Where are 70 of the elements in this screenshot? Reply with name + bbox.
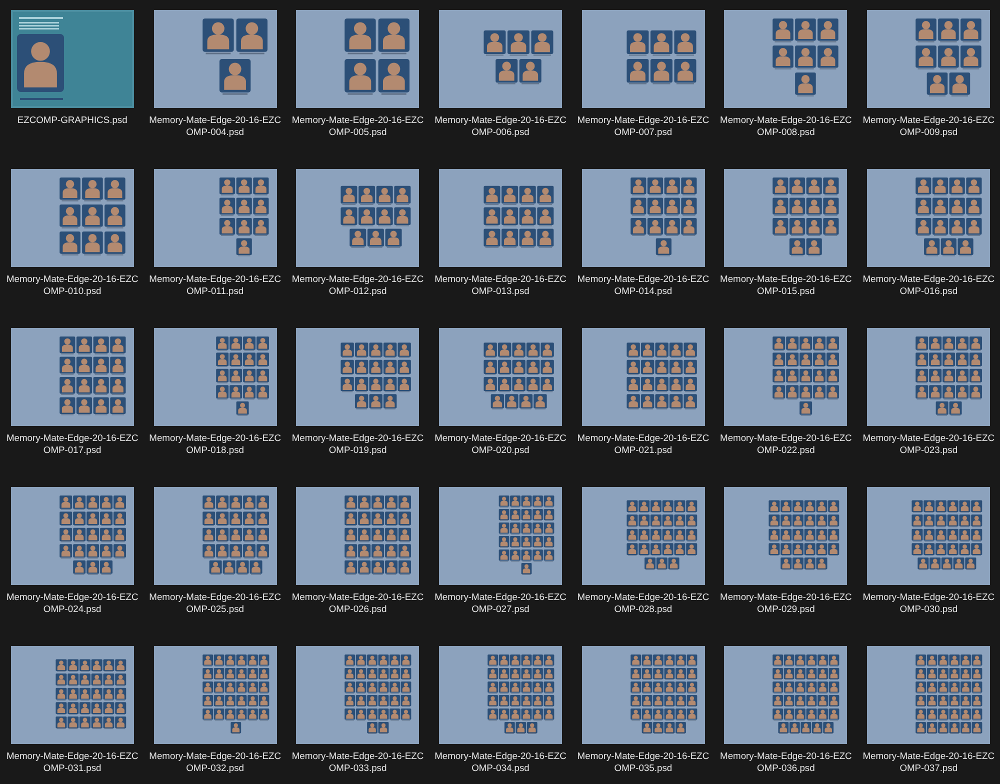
file-thumbnail[interactable] xyxy=(10,487,134,585)
file-thumbnail[interactable] xyxy=(10,646,134,744)
file-thumbnail[interactable] xyxy=(867,487,990,585)
file-name[interactable]: Memory-Mate-Edge-20-16-EZC OMP-006.psd xyxy=(434,114,566,138)
file-name[interactable]: Memory-Mate-Edge-20-16-EZC OMP-035.psd xyxy=(577,750,710,774)
file-name[interactable]: Memory-Mate-Edge-20-16-EZC OMP-015.psd xyxy=(720,273,852,297)
file-thumbnail[interactable] xyxy=(438,10,562,108)
file-name[interactable]: Memory-Mate-Edge-20-16-EZC OMP-026.psd xyxy=(292,591,424,615)
file-thumbnail[interactable] xyxy=(724,328,848,426)
file-thumbnail[interactable] xyxy=(582,646,705,744)
file-thumbnail[interactable] xyxy=(582,10,705,108)
file-thumbnail[interactable] xyxy=(582,487,705,585)
file-thumbnail[interactable] xyxy=(296,487,420,585)
file-thumbnail[interactable] xyxy=(154,487,277,585)
file-name[interactable]: Memory-Mate-Edge-20-16-EZC OMP-036.psd xyxy=(720,750,852,774)
file-name[interactable]: Memory-Mate-Edge-20-16-EZC OMP-008.psd xyxy=(720,114,852,138)
file-name[interactable]: Memory-Mate-Edge-20-16-EZC OMP-023.psd xyxy=(862,432,995,456)
file-thumbnail[interactable] xyxy=(724,487,848,585)
file-name[interactable]: Memory-Mate-Edge-20-16-EZC OMP-007.psd xyxy=(577,114,710,138)
file-name[interactable]: Memory-Mate-Edge-20-16-EZC OMP-033.psd xyxy=(292,750,424,774)
file-name[interactable]: Memory-Mate-Edge-20-16-EZC OMP-037.psd xyxy=(862,750,995,774)
file-name[interactable]: Memory-Mate-Edge-20-16-EZC OMP-027.psd xyxy=(434,591,566,615)
file-thumbnail[interactable] xyxy=(296,169,420,267)
file-name[interactable]: Memory-Mate-Edge-20-16-EZC OMP-020.psd xyxy=(434,432,566,456)
file-thumbnail[interactable] xyxy=(296,646,420,744)
file-name[interactable]: Memory-Mate-Edge-20-16-EZC OMP-019.psd xyxy=(292,432,424,456)
file-name[interactable]: Memory-Mate-Edge-20-16-EZC OMP-012.psd xyxy=(292,273,424,297)
file-name[interactable]: Memory-Mate-Edge-20-16-EZC OMP-018.psd xyxy=(149,432,281,456)
file-name[interactable]: Memory-Mate-Edge-20-16-EZC OMP-031.psd xyxy=(6,750,138,774)
file-thumbnail[interactable] xyxy=(724,169,848,267)
file-thumbnail[interactable] xyxy=(438,487,562,585)
file-thumbnail[interactable] xyxy=(10,328,134,426)
file-thumbnail[interactable] xyxy=(154,169,277,267)
file-thumbnail[interactable] xyxy=(724,10,848,108)
file-thumbnail[interactable] xyxy=(154,10,277,108)
file-name[interactable]: Memory-Mate-Edge-20-16-EZC OMP-010.psd xyxy=(6,273,138,297)
file-name[interactable]: Memory-Mate-Edge-20-16-EZC OMP-034.psd xyxy=(434,750,566,774)
file-name[interactable]: Memory-Mate-Edge-20-16-EZC OMP-029.psd xyxy=(720,591,852,615)
file-name[interactable]: Memory-Mate-Edge-20-16-EZC OMP-016.psd xyxy=(862,273,995,297)
file-name[interactable]: Memory-Mate-Edge-20-16-EZC OMP-025.psd xyxy=(149,591,281,615)
file-name[interactable]: Memory-Mate-Edge-20-16-EZC OMP-009.psd xyxy=(862,114,995,138)
file-name[interactable]: Memory-Mate-Edge-20-16-EZC OMP-024.psd xyxy=(6,591,138,615)
file-thumbnail[interactable] xyxy=(10,169,134,267)
file-thumbnail[interactable] xyxy=(296,10,420,108)
file-thumbnail[interactable] xyxy=(867,646,990,744)
file-thumbnail[interactable] xyxy=(867,10,990,108)
file-name[interactable]: Memory-Mate-Edge-20-16-EZC OMP-032.psd xyxy=(149,750,281,774)
file-name[interactable]: Memory-Mate-Edge-20-16-EZC OMP-030.psd xyxy=(862,591,995,615)
file-thumbnail[interactable] xyxy=(154,328,277,426)
file-thumbnail[interactable] xyxy=(10,10,134,108)
file-thumbnail[interactable] xyxy=(867,169,990,267)
file-name[interactable]: Memory-Mate-Edge-20-16-EZC OMP-014.psd xyxy=(577,273,710,297)
file-thumbnail[interactable] xyxy=(724,646,848,744)
file-name[interactable]: Memory-Mate-Edge-20-16-EZC OMP-017.psd xyxy=(6,432,138,456)
file-name[interactable]: Memory-Mate-Edge-20-16-EZC OMP-011.psd xyxy=(149,273,281,297)
file-name[interactable]: Memory-Mate-Edge-20-16-EZC OMP-028.psd xyxy=(577,591,710,615)
file-name[interactable]: Memory-Mate-Edge-20-16-EZC OMP-022.psd xyxy=(720,432,852,456)
file-thumbnail[interactable] xyxy=(438,169,562,267)
file-name[interactable]: Memory-Mate-Edge-20-16-EZC OMP-021.psd xyxy=(577,432,710,456)
file-name[interactable]: Memory-Mate-Edge-20-16-EZC OMP-004.psd xyxy=(149,114,281,138)
file-name[interactable]: EZCOMP-GRAPHICS.psd xyxy=(17,114,128,126)
file-thumbnail[interactable] xyxy=(582,169,705,267)
file-thumbnail[interactable] xyxy=(438,328,562,426)
file-name[interactable]: Memory-Mate-Edge-20-16-EZC OMP-005.psd xyxy=(292,114,424,138)
file-thumbnail[interactable] xyxy=(867,328,990,426)
file-name[interactable]: Memory-Mate-Edge-20-16-EZC OMP-013.psd xyxy=(434,273,566,297)
file-thumbnail[interactable] xyxy=(296,328,420,426)
file-thumbnail[interactable] xyxy=(154,646,277,744)
file-thumbnail[interactable] xyxy=(438,646,562,744)
file-thumbnail[interactable] xyxy=(582,328,705,426)
